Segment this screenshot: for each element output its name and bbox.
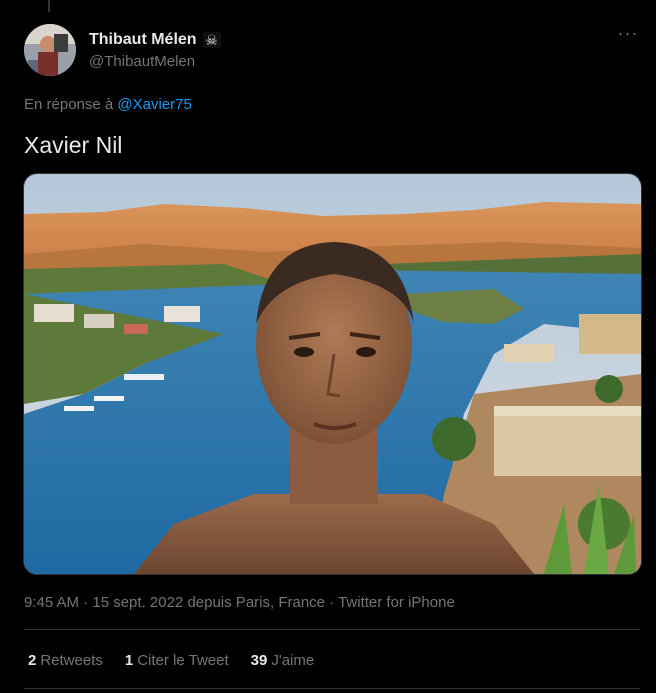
tweet-timestamp[interactable]: 9:45 AM · 15 sept. 2022 depuis Paris, Fr…	[24, 594, 455, 611]
retweets-label: Retweets	[40, 652, 103, 669]
tweet-stats: 2 Retweets 1 Citer le Tweet 39 J'aime	[28, 652, 314, 669]
retweets-stat[interactable]: 2 Retweets	[28, 652, 103, 669]
reply-context: En réponse à @Xavier75	[24, 96, 192, 113]
avatar[interactable]	[24, 24, 76, 76]
reply-prefix: En réponse à	[24, 96, 114, 113]
divider-top	[24, 629, 640, 630]
likes-label: J'aime	[271, 652, 315, 669]
nile-landscape-image	[24, 174, 641, 574]
tweet-header: Thibaut Mélen ☠ @ThibautMelen ···	[24, 24, 640, 80]
likes-count: 39	[250, 652, 268, 669]
reply-handle-link[interactable]: @Xavier75	[117, 96, 191, 113]
tweet-media-image[interactable]	[23, 173, 642, 575]
more-dots-icon[interactable]: ···	[616, 24, 640, 44]
quotes-label: Citer le Tweet	[137, 652, 229, 669]
quotes-stat[interactable]: 1 Citer le Tweet	[125, 652, 229, 669]
quotes-count: 1	[124, 652, 134, 669]
tweet-text: Xavier Nil	[24, 132, 123, 158]
author-handle[interactable]: @ThibautMelen	[89, 52, 221, 72]
avatar-image	[24, 24, 76, 76]
author-name-text: Thibaut Mélen	[89, 31, 197, 48]
author-display-name[interactable]: Thibaut Mélen ☠	[89, 30, 221, 50]
divider-bottom	[24, 688, 640, 689]
likes-stat[interactable]: 39 J'aime	[251, 652, 315, 669]
retweets-count: 2	[28, 652, 37, 669]
skull-crossbones-icon: ☠	[202, 32, 221, 48]
thread-connector-line	[48, 0, 50, 12]
